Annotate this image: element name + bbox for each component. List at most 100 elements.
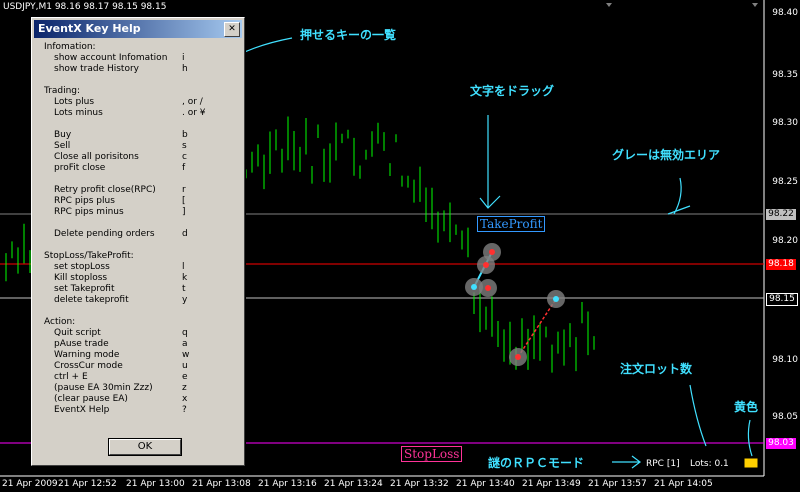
price-tick-label: 98.20 <box>772 236 798 246</box>
annotation-yellow: 黄色 <box>734 400 759 414</box>
key-help-key: . or ¥ <box>182 108 206 118</box>
dialog-spacer <box>44 75 236 86</box>
dialog-section-title: Action: <box>44 317 76 327</box>
key-help-row: show trade History h <box>44 64 236 75</box>
key-help-row: proFit close f <box>44 163 236 174</box>
trade-marker-dot <box>515 354 521 360</box>
key-help-key: k <box>182 273 188 283</box>
key-help-key: u <box>182 361 188 371</box>
key-help-row: Lots plus , or / <box>44 97 236 108</box>
dialog-section-title: StopLoss/TakeProfit: <box>44 251 134 261</box>
key-help-label: Delete pending orders <box>54 229 155 239</box>
key-help-label: EventX Help <box>54 405 110 415</box>
key-help-key: y <box>182 295 188 305</box>
trade-marker-dot <box>485 285 491 291</box>
time-tick-label: 21 Apr 13:57 <box>588 479 647 489</box>
key-help-key: i <box>182 53 185 63</box>
rpc-status[interactable]: RPC [1] <box>646 459 680 469</box>
takeprofit-label[interactable]: TakeProfit <box>477 216 546 232</box>
stoploss-label[interactable]: StopLoss <box>401 446 463 462</box>
time-tick-label: 21 Apr 13:08 <box>192 479 251 489</box>
key-help-key: t <box>182 284 186 294</box>
key-help-key: w <box>182 350 190 360</box>
key-help-row: EventX Help? <box>44 405 236 416</box>
yellow-lot-icon[interactable] <box>743 457 759 469</box>
time-tick-label: 21 Apr 13:00 <box>126 479 185 489</box>
key-help-key: s <box>182 141 187 151</box>
time-tick-label: 21 Apr 14:05 <box>654 479 713 489</box>
dialog-title: EventX Key Help <box>38 22 141 35</box>
price-tick-label: 98.30 <box>772 118 798 128</box>
key-help-label <box>44 119 182 130</box>
close-icon: ✕ <box>228 24 236 34</box>
key-help-row: Retry profit close(RPC) r <box>44 185 236 196</box>
trade-marker-dot <box>553 296 559 302</box>
key-help-label <box>44 218 182 229</box>
key-help-label: show trade History <box>54 64 139 74</box>
price-tick-label: 98.10 <box>772 355 798 365</box>
key-help-key: [ <box>182 196 186 206</box>
lots-status[interactable]: Lots: 0.1 <box>690 459 729 469</box>
symbol-info: USDJPY,M1 98.16 98.17 98.15 98.15 <box>3 2 167 12</box>
close-button[interactable]: ✕ <box>224 22 240 37</box>
key-help-label: Retry profit close(RPC) <box>54 185 156 195</box>
price-tick-label: 98.35 <box>772 70 798 80</box>
key-help-key: l <box>182 262 185 272</box>
arrow-stroke <box>667 177 691 215</box>
key-help-label: set Takeprofit <box>54 284 115 294</box>
key-help-row: RPC pips plus [ <box>44 196 236 207</box>
time-tick-label: 21 Apr 13:32 <box>390 479 449 489</box>
annotation-keys-list: 押せるキーの一覧 <box>300 28 397 42</box>
price-tick-label: 98.05 <box>772 412 798 422</box>
key-help-key: a <box>182 339 188 349</box>
key-help-label: show account Infomation <box>54 53 168 63</box>
time-tick-label: 21 Apr 13:24 <box>324 479 383 489</box>
key-help-row: CrossCur mode u <box>44 361 236 372</box>
price-marker-label: 98.15 <box>766 293 798 306</box>
key-help-label: ctrl + E <box>54 372 88 382</box>
trade-marker-dot <box>483 262 489 268</box>
time-tick-label: 21 Apr 13:16 <box>258 479 317 489</box>
key-help-row: Delete pending orders d <box>44 229 236 240</box>
key-help-row: pAuse trade a <box>44 339 236 350</box>
key-help-row: ctrl + E e <box>44 372 236 383</box>
dialog-spacer <box>44 306 236 317</box>
price-marker-label: 98.18 <box>766 259 796 270</box>
key-help-key: d <box>182 229 188 239</box>
key-help-key: f <box>182 163 186 173</box>
dialog-body: Infomation: show account Infomation i show … <box>44 42 236 416</box>
ok-button[interactable]: OK <box>108 438 182 456</box>
key-help-label: Buy <box>54 130 72 140</box>
key-help-key: ? <box>182 405 187 415</box>
key-help-label: RPC pips plus <box>54 196 115 206</box>
dialog-titlebar[interactable]: EventX Key Help ✕ <box>34 20 242 38</box>
key-help-label <box>44 174 182 185</box>
time-tick-label: 21 Apr 13:40 <box>456 479 515 489</box>
key-help-label: (clear pause EA) <box>54 394 128 404</box>
key-help-label: pAuse trade <box>54 339 109 349</box>
key-help-label: RPC pips minus <box>54 207 124 217</box>
scroll-marker-icon <box>606 3 612 7</box>
key-help-label: Sell <box>54 141 71 151</box>
time-tick-label: 21 Apr 13:49 <box>522 479 581 489</box>
key-help-label: set stopLoss <box>54 262 110 272</box>
key-help-row: Quit script q <box>44 328 236 339</box>
key-help-row: Close all porisitons c <box>44 152 236 163</box>
dialog-section-title: Infomation: <box>44 42 96 52</box>
key-help-label: Lots minus <box>54 108 103 118</box>
key-help-label: delete takeprofit <box>54 295 129 305</box>
key-help-key: q <box>182 328 188 338</box>
trade-link-line <box>517 298 557 358</box>
scroll-marker-icon <box>752 3 758 7</box>
key-help-row: (pause EA 30min Zzz) z <box>44 383 236 394</box>
price-marker-label: 98.22 <box>766 209 796 220</box>
key-help-row: Lots minus . or ¥ <box>44 108 236 119</box>
key-help-label: Lots plus <box>54 97 95 107</box>
key-help-label: proFit close <box>54 163 106 173</box>
arrow-stroke <box>747 419 753 457</box>
time-tick-label: 21 Apr 12:52 <box>58 479 117 489</box>
arrow-stroke <box>689 384 707 447</box>
key-help-key: e <box>182 372 188 382</box>
key-help-row: show account Infomation i <box>44 53 236 64</box>
right-arrow-stroke <box>612 455 641 469</box>
